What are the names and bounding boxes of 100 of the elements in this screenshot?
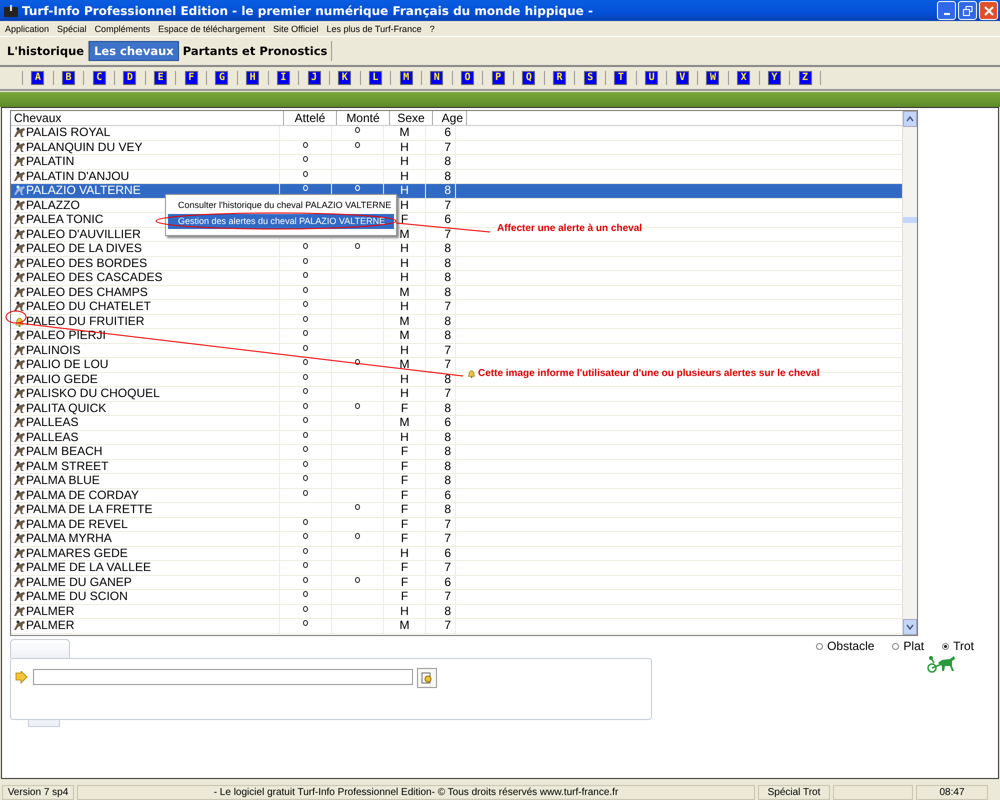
table-row[interactable]: PALMER M 7 bbox=[11, 619, 902, 634]
table-row[interactable]: PALMA DE CORDAY F 6 bbox=[11, 488, 902, 503]
letter-button[interactable]: Q bbox=[522, 71, 536, 85]
table-row[interactable]: PALANQUIN DU VEY H 7 bbox=[11, 140, 902, 155]
column-header[interactable]: Attelé bbox=[284, 111, 337, 125]
letter-button[interactable]: G bbox=[215, 71, 228, 85]
age-cell: 8 bbox=[444, 402, 451, 415]
restore-button[interactable] bbox=[958, 1, 977, 20]
table-row[interactable]: PALEO DU CHATELET H 7 bbox=[11, 300, 902, 314]
table-row[interactable]: PALATIN H 8 bbox=[11, 155, 902, 170]
table-row[interactable]: PALEO DE LA DIVES H 8 bbox=[11, 242, 902, 256]
table-row[interactable]: PALME DE LA VALLEE F 7 bbox=[11, 561, 902, 576]
letter-button[interactable]: H bbox=[246, 71, 260, 85]
tab[interactable]: Partants et Pronostics bbox=[178, 41, 332, 61]
search-button[interactable] bbox=[417, 668, 437, 688]
sex-cell: F bbox=[400, 576, 408, 589]
table-row[interactable]: PALM BEACH F 8 bbox=[11, 445, 902, 460]
scroll-thumb[interactable] bbox=[903, 217, 917, 223]
status-text: 08:47 bbox=[916, 785, 988, 800]
table-row[interactable]: PALLEAS M 6 bbox=[11, 416, 902, 430]
horse-name: PALEO D'AUVILLIER bbox=[26, 228, 141, 241]
letter-button[interactable]: P bbox=[492, 71, 505, 85]
table-row[interactable]: PALMA MYRHA F 7 bbox=[11, 532, 902, 546]
table-row[interactable]: PALINOIS H 7 bbox=[11, 344, 902, 358]
close-icon bbox=[984, 6, 994, 16]
sex-cell: F bbox=[400, 474, 408, 488]
letter-button[interactable]: C bbox=[92, 71, 106, 85]
race-type-radio[interactable]: Obstacle bbox=[816, 639, 874, 653]
letter-button[interactable]: L bbox=[368, 71, 382, 85]
close-button[interactable] bbox=[979, 1, 998, 20]
restore-icon bbox=[962, 6, 972, 16]
table-row[interactable]: PALME DU SCION F 7 bbox=[11, 590, 902, 604]
context-menu-item[interactable]: Gestion des alertes du cheval PALAZIO VALTERNE bbox=[168, 214, 394, 229]
table-row[interactable]: PALEO DES BORDES H 8 bbox=[11, 256, 902, 271]
letter-button[interactable]: W bbox=[706, 71, 720, 85]
letter-button[interactable]: Z bbox=[798, 71, 812, 85]
table-row[interactable]: PALMA DE REVEL F 7 bbox=[11, 518, 902, 532]
column-header[interactable]: Age bbox=[433, 111, 467, 125]
letter-button[interactable]: T bbox=[614, 71, 628, 85]
age-cell: 8 bbox=[444, 430, 451, 444]
table-row[interactable]: PALEO DES CHAMPS M 8 bbox=[11, 286, 902, 300]
table-row[interactable]: PALEO PIERJI M 8 bbox=[11, 329, 902, 344]
menu-item[interactable]: Application bbox=[5, 24, 50, 34]
letter-button[interactable]: B bbox=[62, 71, 76, 85]
panel-tab[interactable] bbox=[28, 720, 60, 727]
horse-rider-icon bbox=[13, 301, 26, 312]
table-row[interactable]: PALEO DES CASCADES H 8 bbox=[11, 271, 902, 286]
table-row[interactable]: PALMER H 8 bbox=[11, 604, 902, 619]
table-row[interactable]: PALM STREET F 8 bbox=[11, 460, 902, 474]
horse-rider-icon bbox=[13, 591, 26, 602]
menu-item[interactable]: Spécial bbox=[57, 24, 87, 34]
horse-rider-icon bbox=[13, 475, 26, 486]
sex-cell: F bbox=[400, 518, 408, 531]
letter-button[interactable]: E bbox=[154, 71, 168, 85]
horse-name: PALME DU GANEP bbox=[26, 576, 132, 589]
menu-item[interactable]: Les plus de Turf-France bbox=[326, 24, 422, 34]
table-row[interactable]: PALEO DU FRUITIER M 8 bbox=[11, 314, 902, 329]
menu-item[interactable]: ? bbox=[430, 24, 435, 34]
horse-name: PALM STREET bbox=[26, 460, 108, 473]
letter-button[interactable]: F bbox=[184, 71, 198, 85]
search-field[interactable] bbox=[33, 669, 413, 685]
letter-button[interactable]: R bbox=[553, 71, 566, 85]
table-row[interactable]: PALME DU GANEP F 6 bbox=[11, 576, 902, 590]
race-type-radio[interactable]: Plat bbox=[892, 639, 924, 653]
letter-button[interactable]: I bbox=[276, 71, 290, 85]
context-menu-item[interactable]: Consulter l'historique du cheval PALAZIO VALTERNE bbox=[168, 198, 394, 213]
vertical-scrollbar[interactable] bbox=[902, 111, 917, 635]
menu-item[interactable]: Compléments bbox=[94, 24, 150, 34]
table-row[interactable]: PALMARES GEDE H 6 bbox=[11, 546, 902, 561]
horse-name: PALMER bbox=[26, 604, 74, 618]
table-row[interactable]: PALMA DE LA FRETTE F 8 bbox=[11, 503, 902, 518]
letter-button[interactable]: A bbox=[31, 71, 44, 85]
letter-button[interactable]: K bbox=[338, 71, 352, 85]
letter-button[interactable]: N bbox=[430, 71, 444, 85]
column-header[interactable]: Monté bbox=[337, 111, 390, 125]
minimize-button[interactable] bbox=[937, 1, 956, 20]
column-header[interactable]: Sexe bbox=[390, 111, 433, 125]
letter-button[interactable]: X bbox=[737, 71, 750, 85]
menu-item[interactable]: Espace de téléchargement bbox=[158, 24, 266, 34]
bell-icon bbox=[13, 316, 26, 327]
letter-button[interactable]: M bbox=[400, 71, 413, 85]
letter-button[interactable]: U bbox=[645, 71, 658, 85]
race-type-radio[interactable]: Trot bbox=[942, 639, 974, 653]
table-row[interactable]: PALLEAS H 8 bbox=[11, 430, 902, 445]
letter-button[interactable]: V bbox=[676, 71, 689, 85]
letter-button[interactable]: O bbox=[460, 71, 474, 85]
panel-tab[interactable] bbox=[10, 639, 70, 658]
table-row[interactable]: PALAIS ROYAL M 6 bbox=[11, 126, 902, 140]
table-row[interactable]: PALISKO DU CHOQUEL H 7 bbox=[11, 387, 902, 402]
menu-item[interactable]: Site Officiel bbox=[273, 24, 319, 34]
letter-button[interactable]: J bbox=[308, 71, 321, 85]
table-row[interactable]: PALITA QUICK F 8 bbox=[11, 402, 902, 416]
table-row[interactable]: PALMA BLUE F 8 bbox=[11, 474, 902, 488]
letter-button[interactable]: S bbox=[584, 71, 597, 85]
letter-button[interactable]: D bbox=[123, 71, 136, 85]
arrow-icon bbox=[15, 671, 29, 685]
table-row[interactable]: PALAZIO VALTERNE H 8 bbox=[11, 184, 902, 198]
tab[interactable]: Les chevaux bbox=[89, 41, 179, 61]
letter-button[interactable]: Y bbox=[768, 71, 781, 85]
column-header[interactable]: Chevaux bbox=[11, 111, 284, 125]
